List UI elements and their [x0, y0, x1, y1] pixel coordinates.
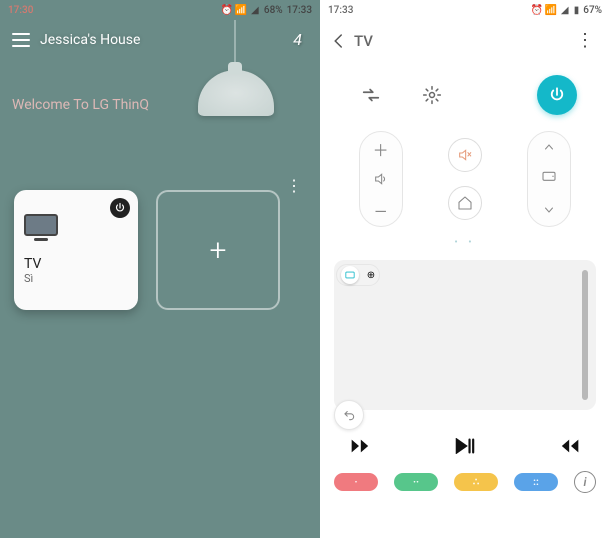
remote-title: TV [354, 32, 373, 50]
red-button[interactable]: · [334, 473, 378, 491]
touchpad-mode-icon [341, 266, 359, 284]
add-device-card[interactable]: + [156, 190, 280, 310]
input-button[interactable] [353, 77, 389, 113]
menu-icon[interactable] [12, 33, 30, 47]
mute-button[interactable] [448, 138, 482, 172]
notification-badge[interactable]: 4 [293, 30, 302, 49]
next-button[interactable] [560, 438, 582, 459]
clock: 17:33 [328, 5, 353, 16]
scrollbar[interactable] [582, 270, 588, 400]
info-button[interactable]: i [574, 471, 596, 493]
device-card-tv[interactable]: TV Sì [14, 190, 138, 310]
previous-button[interactable] [348, 438, 370, 459]
status-icons: ⏰ 📶 ◢ 68% 17:33 [222, 5, 312, 16]
play-pause-button[interactable] [455, 438, 475, 459]
battery-percent: 68% [264, 5, 283, 16]
remote-header: TV ⋮ [320, 20, 610, 61]
wifi-icon: 📶 [236, 5, 246, 15]
tv-icon [24, 214, 58, 236]
status-bar-left: 17:30 ⏰ 📶 ◢ 68% 17:33 [0, 0, 320, 20]
clock: 17:30 [8, 5, 33, 16]
channel-down-button[interactable] [543, 201, 555, 220]
device-card-subtitle: Sì [24, 272, 128, 285]
volume-up-button[interactable]: ＋ [373, 137, 389, 161]
channel-up-button[interactable] [543, 138, 555, 157]
blue-button[interactable]: :: [514, 473, 558, 491]
channel-pill [527, 131, 571, 227]
back-icon[interactable] [330, 32, 348, 50]
device-cards: TV Sì + [14, 190, 280, 310]
home-button[interactable] [448, 186, 482, 220]
color-buttons-row: · ·· ∴ :: i [320, 467, 610, 503]
alarm-icon: ⏰ [532, 5, 542, 15]
plus-icon: + [210, 233, 227, 268]
app-header: Jessica's House 4 [0, 20, 320, 59]
status-bar-right: 17:33 ⏰ 📶 ◢ ▮ 67% [320, 0, 610, 20]
middle-controls [448, 138, 482, 220]
wifi-icon: 📶 [546, 5, 556, 15]
channel-icon [541, 170, 557, 188]
settings-button[interactable] [414, 77, 450, 113]
main-controls: ＋ — [320, 125, 610, 233]
volume-down-button[interactable]: — [374, 202, 387, 221]
signal-icon: ◢ [560, 5, 570, 15]
power-button[interactable] [537, 75, 577, 115]
page-indicator: • • [320, 237, 610, 248]
home-title[interactable]: Jessica's House [40, 32, 140, 48]
green-button[interactable]: ·· [394, 473, 438, 491]
alarm-icon: ⏰ [222, 5, 232, 15]
battery-time: 17:33 [287, 5, 312, 16]
trackpad-mode-toggle[interactable]: ⊕ [336, 264, 380, 286]
media-controls [320, 416, 610, 467]
device-power-icon[interactable] [110, 198, 130, 218]
status-icons: ⏰ 📶 ◢ ▮ 67% [532, 5, 602, 16]
yellow-button[interactable]: ∴ [454, 473, 498, 491]
overflow-menu-icon[interactable]: ⋮ [286, 176, 302, 195]
thinq-home-screen: 17:30 ⏰ 📶 ◢ 68% 17:33 Jessica's House 4 … [0, 0, 320, 538]
lamp-decoration [198, 70, 274, 116]
back-button[interactable] [334, 400, 364, 430]
top-controls [320, 61, 610, 125]
device-card-title: TV [24, 256, 128, 272]
tv-remote-screen: 17:33 ⏰ 📶 ◢ ▮ 67% TV ⋮ ＋ [320, 0, 610, 538]
volume-pill: ＋ — [359, 131, 403, 227]
battery-icon: ▮ [574, 5, 580, 16]
overflow-menu-icon[interactable]: ⋮ [576, 30, 594, 51]
pointer-mode-icon: ⊕ [367, 270, 375, 281]
volume-icon [373, 171, 389, 191]
trackpad-section: ⊕ [320, 254, 610, 416]
signal-icon: ◢ [250, 5, 260, 15]
battery-percent: 67% [583, 5, 602, 16]
